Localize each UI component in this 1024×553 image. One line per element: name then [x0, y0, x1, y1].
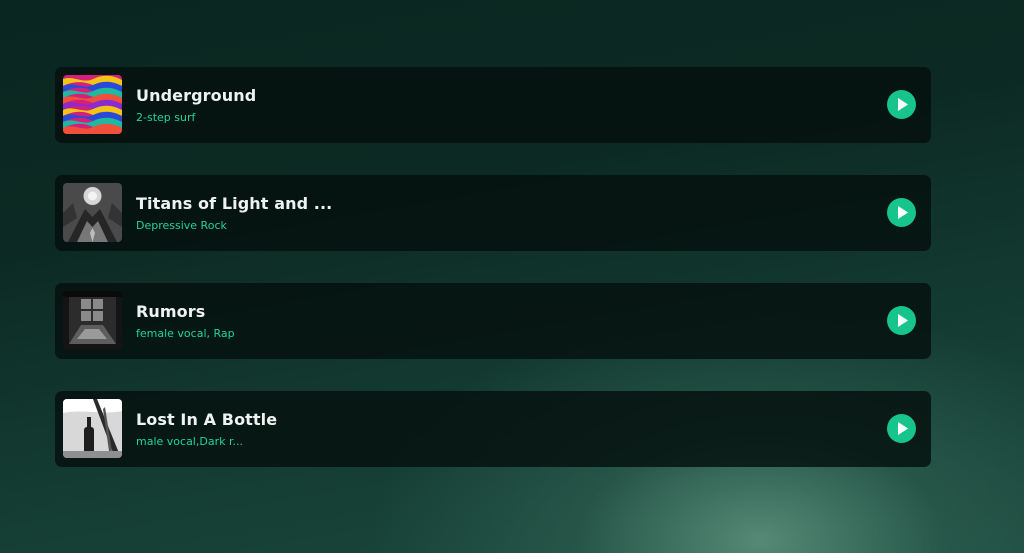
- track-title[interactable]: Lost In A Bottle: [136, 410, 277, 429]
- play-icon[interactable]: [887, 414, 916, 443]
- track-card[interactable]: Rumors female vocal, Rap: [55, 283, 931, 359]
- dark-room-cover-icon[interactable]: [63, 291, 122, 350]
- track-card[interactable]: Underground 2-step surf: [55, 67, 931, 143]
- track-tags: female vocal, Rap: [136, 327, 235, 340]
- track-title[interactable]: Underground: [136, 86, 256, 105]
- track-card[interactable]: Titans of Light and ... Depressive Rock: [55, 175, 931, 251]
- track-title[interactable]: Titans of Light and ...: [136, 194, 332, 213]
- track-list: Underground 2-step surf Titans of Light …: [55, 67, 931, 499]
- play-icon[interactable]: [887, 90, 916, 119]
- track-tags: 2-step surf: [136, 111, 196, 124]
- psychedelic-waves-cover-icon[interactable]: [63, 75, 122, 134]
- track-card[interactable]: Lost In A Bottle male vocal,Dark r...: [55, 391, 931, 467]
- track-title[interactable]: Rumors: [136, 302, 205, 321]
- dark-fantasy-cover-icon[interactable]: [63, 183, 122, 242]
- track-tags: male vocal,Dark r...: [136, 435, 243, 448]
- bottle-cover-icon[interactable]: [63, 399, 122, 458]
- play-icon[interactable]: [887, 306, 916, 335]
- track-tags: Depressive Rock: [136, 219, 227, 232]
- play-icon[interactable]: [887, 198, 916, 227]
